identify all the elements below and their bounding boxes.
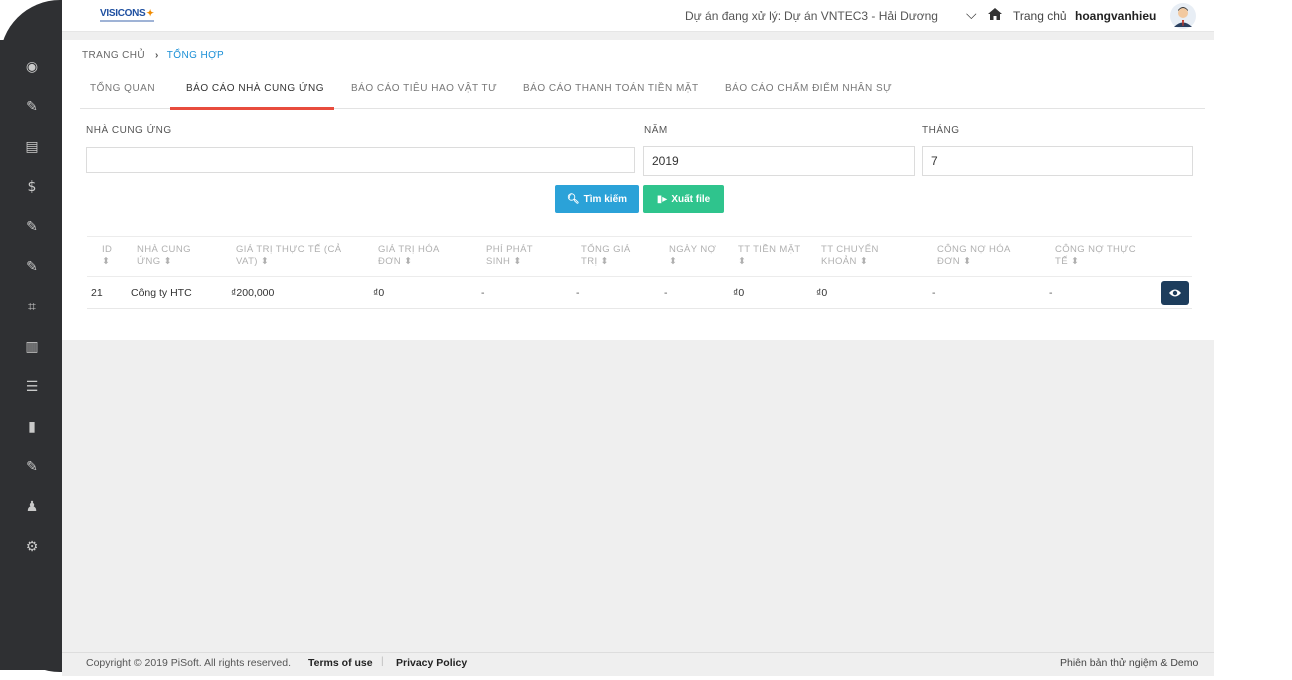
cell-invoice-value: ₫0 — [373, 287, 385, 299]
barcode-icon[interactable]: ▮ — [22, 417, 42, 437]
chevron-down-icon[interactable]: ⌵ — [966, 6, 977, 23]
logo-mark-icon: ✦ — [146, 8, 154, 18]
dollar-icon[interactable]: $ — [22, 177, 42, 197]
year-label: NĂM — [644, 125, 668, 136]
month-label: THÁNG — [922, 125, 960, 136]
column-header-debt-date[interactable]: NGÀY NỢ ⬍ — [669, 244, 716, 268]
logo-underline — [100, 20, 154, 22]
export-file-button[interactable]: ▮▸ Xuất file — [643, 185, 724, 213]
app-area: VISICONS✦ Dự án đang xử lý: Dự án VNTEC3… — [62, 0, 1214, 676]
column-header-total-value[interactable]: TỔNG GIÁ TRỊ ⬍ — [581, 244, 631, 268]
project-value: Dự án VNTEC3 - Hải Dương — [784, 9, 938, 23]
version-text: Phiên bản thử ngiệm & Demo — [1060, 657, 1199, 669]
month-input[interactable] — [922, 146, 1193, 176]
cell-actual-value: ₫200,000 — [231, 287, 275, 299]
checklist-icon[interactable]: ☰ — [22, 377, 42, 397]
home-link[interactable]: Trang chủ — [1013, 9, 1067, 23]
footer-separator: | — [381, 656, 384, 667]
tab-cash-payment[interactable]: BÁO CÁO THANH TOÁN TIỀN MẶT — [523, 83, 699, 94]
logo[interactable]: VISICONS✦ — [100, 8, 154, 22]
sidebar: ◉ ✎ ▤ $ ✎ ✎ ⌗ ▥ ☰ ▮ ✎ ♟ ⚙ — [0, 40, 62, 670]
tab-staff-scoring[interactable]: BÁO CÁO CHẤM ĐIỂM NHÂN SỰ — [725, 83, 892, 94]
cell-debt-date: - — [664, 287, 668, 299]
main-content: TRANG CHỦ › TỔNG HỢP TỔNG QUAN BÁO CÁO NHÀ… — [62, 40, 1214, 340]
username[interactable]: hoangvanhieu — [1075, 9, 1156, 23]
avatar[interactable] — [1170, 3, 1196, 29]
column-header-cash-paid[interactable]: TT TIỀN MẶT ⬍ — [738, 244, 801, 268]
privacy-link[interactable]: Privacy Policy — [396, 657, 467, 669]
file-export-icon: ▮▸ — [656, 193, 668, 205]
user-settings-icon[interactable]: ⚙ — [22, 537, 42, 557]
search-button[interactable]: 🔍︎ Tìm kiếm — [555, 185, 639, 213]
copyright-text: Copyright © 2019 PiSoft. All rights rese… — [86, 657, 292, 669]
logo-text: VISICONS — [100, 8, 146, 19]
edit-document-icon[interactable]: ✎ — [22, 257, 42, 277]
year-input[interactable] — [643, 146, 915, 176]
breadcrumb: TRANG CHỦ › TỔNG HỢP — [82, 50, 224, 61]
top-bar: VISICONS✦ Dự án đang xử lý: Dự án VNTEC3… — [62, 0, 1214, 32]
search-button-label: Tìm kiếm — [583, 193, 628, 205]
edit-document-icon[interactable]: ✎ — [22, 217, 42, 237]
cell-invoice-debt: - — [932, 287, 936, 299]
supplier-input[interactable] — [86, 147, 635, 173]
edit-document-icon[interactable]: ✎ — [22, 97, 42, 117]
search-icon: 🔍︎ — [566, 193, 580, 205]
export-button-label: Xuất file — [671, 193, 711, 205]
column-header-actual-value[interactable]: GIÁ TRỊ THỰC TẾ (CẢ VAT) ⬍ — [236, 244, 341, 268]
table-header: ID ⬍ NHÀ CUNG ỨNG ⬍ GIÁ TRỊ THỰC TẾ (CẢ VAT… — [87, 236, 1192, 277]
edit-document-icon[interactable]: ✎ — [22, 457, 42, 477]
report-tabs: TỔNG QUAN BÁO CÁO NHÀ CUNG ỨNG BÁO CÁO T… — [80, 78, 1205, 110]
cell-supplier: Công ty HTC — [131, 287, 192, 299]
tab-material-consumption[interactable]: BÁO CÁO TIÊU HAO VẬT TƯ — [351, 83, 497, 94]
project-label: Dự án đang xử lý: — [685, 9, 782, 23]
view-details-button[interactable] — [1161, 281, 1189, 305]
breadcrumb-separator: › — [155, 50, 159, 61]
column-header-invoice-value[interactable]: GIÁ TRỊ HÓA ĐƠN ⬍ — [378, 244, 440, 268]
cell-actual-debt: - — [1049, 287, 1053, 299]
id-card-icon[interactable]: ▤ — [22, 137, 42, 157]
cell-id: 21 — [91, 287, 103, 299]
book-icon[interactable]: ▥ — [22, 337, 42, 357]
column-header-invoice-debt[interactable]: CÔNG NỢ HÓA ĐƠN ⬍ — [937, 244, 1011, 268]
home-icon[interactable] — [987, 6, 1003, 22]
cell-cash-paid: ₫0 — [733, 287, 745, 299]
column-header-transfer-paid[interactable]: TT CHUYỂN KHOẢN ⬍ — [821, 244, 879, 268]
column-header-supplier[interactable]: NHÀ CUNG ỨNG ⬍ — [137, 244, 191, 268]
eye-icon — [1169, 289, 1181, 297]
cell-extra-fee: - — [481, 287, 485, 299]
tab-supplier-report[interactable]: BÁO CÁO NHÀ CUNG ỨNG — [186, 83, 324, 94]
terms-link[interactable]: Terms of use — [308, 657, 373, 669]
crop-icon[interactable]: ⌗ — [22, 297, 42, 317]
footer: Copyright © 2019 PiSoft. All rights rese… — [62, 652, 1214, 676]
cell-total-value: - — [576, 287, 580, 299]
column-header-extra-fee[interactable]: PHÍ PHÁT SINH ⬍ — [486, 244, 533, 268]
screen: ◉ ✎ ▤ $ ✎ ✎ ⌗ ▥ ☰ ▮ ✎ ♟ ⚙ VISICONS✦ Dự á… — [0, 0, 1292, 680]
cell-transfer-paid: ₫0 — [816, 287, 828, 299]
breadcrumb-current[interactable]: TỔNG HỢP — [167, 50, 224, 61]
table-row: 21 Công ty HTC ₫200,000 ₫0 - - - ₫0 ₫0 -… — [87, 277, 1192, 309]
supplier-label: NHÀ CUNG ỨNG — [86, 125, 172, 136]
column-header-id[interactable]: ID ⬍ — [102, 244, 112, 268]
column-header-actual-debt[interactable]: CÔNG NỢ THỰC TẾ ⬍ — [1055, 244, 1136, 268]
users-icon[interactable]: ♟ — [22, 497, 42, 517]
breadcrumb-home[interactable]: TRANG CHỦ — [82, 50, 145, 61]
active-tab-indicator — [170, 107, 334, 110]
eye-icon[interactable]: ◉ — [22, 57, 42, 77]
tab-overview[interactable]: TỔNG QUAN — [90, 83, 155, 94]
